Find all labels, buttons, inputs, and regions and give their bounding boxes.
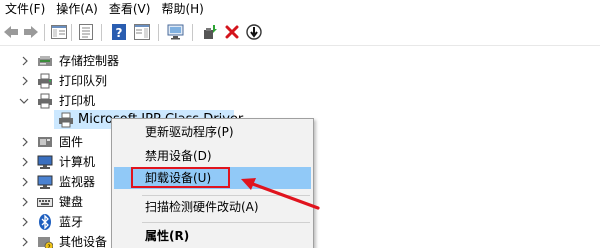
tree-item-label: 打印机: [59, 94, 96, 108]
toolbar: ?: [0, 19, 600, 46]
svg-text:?: ?: [47, 244, 50, 248]
toolbar-separator: [158, 24, 159, 41]
expand-chevron-icon[interactable]: [20, 137, 30, 147]
tree-item-label: 监视器: [59, 175, 96, 189]
svg-text:?: ?: [116, 26, 123, 40]
firmware-icon: [37, 134, 53, 150]
properties-icon[interactable]: [77, 23, 95, 41]
toolbar-separator: [192, 24, 193, 41]
collapse-chevron-icon[interactable]: [19, 96, 29, 106]
update-driver-icon[interactable]: [201, 23, 219, 41]
tree-item-label: 计算机: [59, 155, 96, 169]
bluetooth-icon: [37, 213, 53, 230]
toolbar-separator: [71, 24, 72, 41]
expand-chevron-icon[interactable]: [20, 56, 30, 66]
menu-item-disable-device[interactable]: 禁用设备(D): [114, 145, 311, 167]
forward-icon[interactable]: [22, 23, 40, 41]
expand-chevron-icon[interactable]: [20, 76, 30, 86]
menu-file[interactable]: 文件(F): [0, 0, 51, 19]
expand-chevron-icon[interactable]: [20, 197, 30, 207]
scan-hardware-icon[interactable]: [167, 23, 185, 41]
keyboard-icon: [37, 194, 53, 210]
tree-item-label: 蓝牙: [59, 215, 84, 229]
back-icon[interactable]: [2, 23, 20, 41]
tree-item-label: 键盘: [59, 195, 84, 209]
show-hide-console-tree-icon[interactable]: [50, 23, 68, 41]
menu-item-properties[interactable]: 属性(R): [114, 225, 311, 247]
annotation-arrow-icon: [241, 178, 320, 210]
menu-help[interactable]: 帮助(H): [156, 0, 209, 19]
menu-item-update-driver[interactable]: 更新驱动程序(P): [114, 121, 311, 143]
tree-item-label: 其他设备: [59, 235, 108, 248]
storage-controller-icon: [37, 53, 53, 69]
other-devices-icon: ?: [37, 234, 54, 248]
tree-item-label: 存储控制器: [59, 54, 120, 68]
print-queue-icon: [37, 73, 53, 89]
highlight-annotation-box: [131, 167, 230, 188]
disable-device-icon[interactable]: [245, 23, 263, 41]
expand-chevron-icon[interactable]: [20, 237, 30, 247]
expand-chevron-icon[interactable]: [20, 177, 30, 187]
menu-view[interactable]: 查看(V): [104, 0, 157, 19]
expand-chevron-icon[interactable]: [20, 217, 30, 227]
printer-device-icon: [58, 112, 74, 128]
show-action-pane-icon[interactable]: [133, 23, 151, 41]
help-icon[interactable]: ?: [110, 23, 128, 41]
menu-action[interactable]: 操作(A): [51, 0, 104, 19]
uninstall-icon[interactable]: [223, 23, 241, 41]
toolbar-separator: [44, 24, 45, 41]
tree-item-label: 固件: [59, 135, 84, 149]
menu-separator: [142, 222, 310, 223]
menu-bar: 文件(F) 操作(A) 查看(V) 帮助(H): [0, 0, 600, 19]
monitor-icon: [37, 174, 53, 190]
printer-icon: [37, 93, 53, 109]
toolbar-separator: [101, 24, 102, 41]
computer-icon: [37, 154, 53, 170]
tree-item-label: 打印队列: [59, 74, 108, 88]
expand-chevron-icon[interactable]: [20, 157, 30, 167]
